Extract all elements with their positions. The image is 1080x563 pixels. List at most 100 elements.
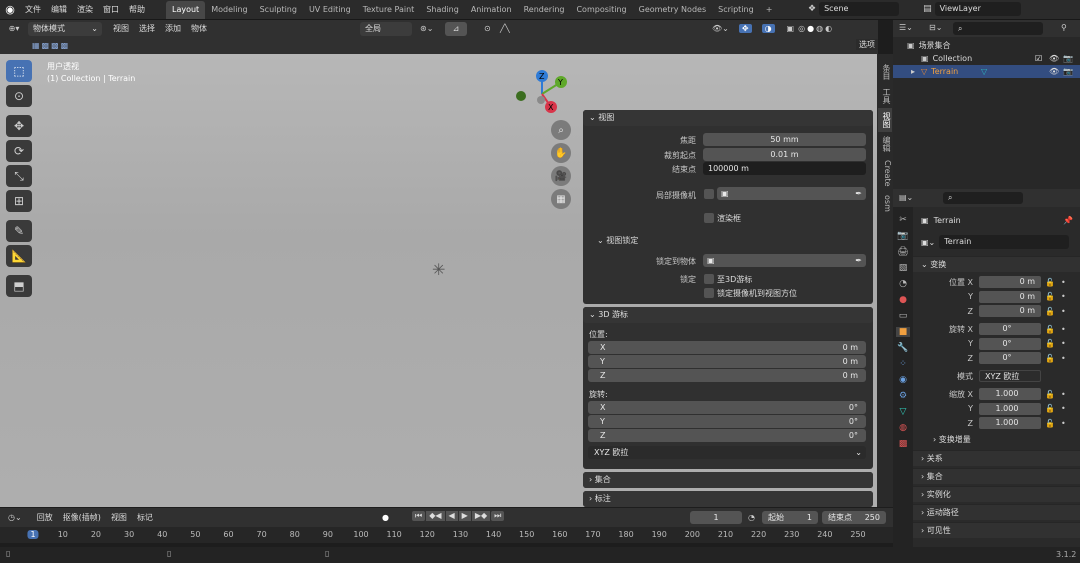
transform-tool-icon[interactable]: ⊞ [6, 190, 32, 212]
material-tab-icon[interactable]: ◍ [899, 423, 907, 433]
jump-end-icon[interactable]: ⏭ [491, 511, 505, 521]
viewport-menu-3[interactable]: 物体 [186, 19, 212, 39]
rotation-z-field[interactable]: 0° [979, 352, 1041, 364]
rotate-tool-icon[interactable]: ⟳ [6, 140, 32, 162]
cursor-x-field[interactable]: X 0 m [588, 341, 866, 354]
annotate-tool-icon[interactable]: ✎ [6, 220, 32, 242]
rotation-y-field[interactable]: 0° [979, 337, 1041, 350]
data-tab-icon[interactable]: ▽ [900, 407, 907, 417]
play-reverse-icon[interactable]: ◀ [445, 511, 458, 521]
timeline-editor-icon[interactable]: ◷⌄ [8, 513, 22, 522]
scale-z-field[interactable]: 1.000 [979, 417, 1041, 429]
select-box-tool-icon[interactable]: ⬚ [6, 60, 32, 82]
current-frame-field[interactable]: 1 [690, 511, 742, 524]
sidebar-tab-4[interactable]: Create [878, 156, 892, 191]
properties-search-input[interactable]: ⌕ [943, 192, 1023, 204]
keyframe-dot-icon[interactable]: • [1061, 404, 1066, 413]
transform-orientation-dropdown[interactable]: 全局 [360, 21, 412, 36]
lock-icon[interactable]: 🔓 [1045, 354, 1055, 363]
scale-y-field[interactable]: 1.000 [979, 402, 1041, 415]
viewport-menu-1[interactable]: 选择 [134, 19, 160, 39]
sidebar-tab-3[interactable]: 编辑 [878, 132, 892, 156]
view-layer-field[interactable]: ViewLayer [934, 2, 1021, 16]
workspace-tab-10[interactable]: Scripting [712, 1, 760, 19]
texture-tab-icon[interactable]: ▩ [899, 439, 908, 449]
eye-icon[interactable]: 👁 [1049, 54, 1059, 63]
modifier-tab-icon[interactable]: 🔧 [897, 343, 908, 353]
cursor-z-field[interactable]: Z 0 m [588, 369, 866, 382]
visibility-icon[interactable]: 👁⌄ [712, 24, 729, 33]
menu-2[interactable]: 渲染 [72, 0, 98, 20]
keyframe-dot-icon[interactable]: • [1061, 339, 1066, 348]
workspace-tab-3[interactable]: UV Editing [303, 1, 357, 19]
3d-viewport[interactable]: 用户透视 (1) Collection | Terrain ⬚ ⊙ ✥ ⟳ ⤡ … [0, 54, 878, 507]
scene-tab-icon[interactable]: ◔ [899, 279, 907, 289]
ortho-grid-icon[interactable]: ▦ [551, 189, 571, 209]
marker-menu[interactable]: 标记 [132, 508, 158, 528]
view-layer-icon[interactable]: ▤ [923, 4, 932, 14]
location-y-field[interactable]: 0 m [979, 290, 1041, 303]
snap-icon[interactable]: ⊿ [445, 21, 467, 36]
menu-0[interactable]: 文件 [20, 0, 46, 20]
next-keyframe-icon[interactable]: ▶◆ [471, 511, 491, 521]
mesh-data-icon[interactable]: ▽ [981, 67, 987, 76]
keyframe-dot-icon[interactable]: • [1061, 419, 1066, 428]
workspace-tab-0[interactable]: Layout [166, 1, 206, 19]
collection-panel[interactable]: › 集合 [583, 472, 873, 488]
lock-icon[interactable]: 🔓 [1045, 390, 1055, 399]
tool-tab-icon[interactable]: ✂ [899, 215, 907, 225]
particles-tab-icon[interactable]: ⁘ [899, 359, 907, 369]
move-tool-icon[interactable]: ✥ [6, 115, 32, 137]
workspace-tab-6[interactable]: Animation [465, 1, 518, 19]
lock-icon[interactable]: 🔓 [1045, 404, 1055, 413]
shading-material-icon[interactable]: ◍ [816, 24, 823, 33]
eyedropper-icon[interactable]: ✒ [855, 254, 862, 267]
cursor-rx-field[interactable]: X 0° [588, 401, 866, 414]
lock-icon[interactable]: 🔓 [1045, 339, 1055, 348]
rotation-mode-dropdown[interactable]: XYZ 欧拉 ⌄ [588, 446, 866, 459]
workspace-tab-7[interactable]: Rendering [518, 1, 571, 19]
sidebar-tab-2[interactable]: 视图 [878, 108, 892, 132]
workspace-tab-2[interactable]: Sculpting [254, 1, 303, 19]
properties-editor-icon[interactable]: ▤⌄ [899, 193, 913, 202]
pivot-icon[interactable]: ⊛⌄ [420, 24, 433, 33]
rotation-mode-dropdown[interactable]: XYZ 欧拉 [979, 370, 1041, 382]
keying-menu[interactable]: 抠像(插帧) [58, 508, 106, 528]
editor-type-icon[interactable]: ⊕▾ [0, 24, 28, 33]
outliner-editor-icon[interactable]: ☰⌄ [899, 23, 913, 32]
output-tab-icon[interactable]: 🖨 [897, 247, 908, 257]
outliner-row-terrain[interactable]: ▸ ▽ Terrain ▽ 👁 📷 [893, 65, 1080, 78]
eyedropper-icon[interactable]: ✒ [855, 187, 862, 200]
cursor-tool-icon[interactable]: ⊙ [6, 85, 32, 107]
focal-length-field[interactable]: 50 mm [703, 133, 866, 146]
collection-tab-icon[interactable]: ▭ [899, 311, 908, 321]
outliner-row-scene-collection[interactable]: ▣ 场景集合 [893, 39, 1080, 52]
render-tab-icon[interactable]: 📷 [897, 231, 908, 241]
constraints-tab-icon[interactable]: ⚙ [899, 391, 907, 401]
add-cube-tool-icon[interactable]: ⬒ [6, 275, 32, 297]
select-mode-icons[interactable]: ▦▩▩▩ [32, 41, 70, 50]
filter-funnel-icon[interactable]: ⚲ [1061, 23, 1067, 32]
menu-3[interactable]: 窗口 [98, 0, 124, 20]
properties-section-2[interactable]: › 实例化 [913, 486, 1080, 502]
keyframe-dot-icon[interactable]: • [1061, 278, 1066, 287]
cursor-y-field[interactable]: Y 0 m [588, 355, 866, 368]
keyframe-dot-icon[interactable]: • [1061, 325, 1066, 334]
scale-tool-icon[interactable]: ⤡ [6, 165, 32, 187]
shading-rendered-icon[interactable]: ◐ [825, 24, 832, 33]
render-region-checkbox[interactable] [704, 213, 714, 223]
object-name-field[interactable]: Terrain [939, 235, 1070, 249]
checkbox-icon[interactable]: ☑ [1035, 54, 1042, 63]
camera-icon[interactable]: 📷 [1063, 67, 1073, 76]
workspace-tab-8[interactable]: Compositing [570, 1, 632, 19]
overlay-icon[interactable]: ◑ [761, 24, 775, 33]
menu-1[interactable]: 编辑 [46, 0, 72, 20]
object-tab-icon[interactable]: ■ [895, 327, 911, 337]
lock-camera-checkbox[interactable] [704, 288, 714, 298]
properties-section-3[interactable]: › 运动路径 [913, 504, 1080, 520]
properties-section-1[interactable]: › 集合 [913, 468, 1080, 484]
lock-3d-cursor-checkbox[interactable] [704, 274, 714, 284]
terrain-object-origin-icon[interactable]: ✳ [432, 260, 445, 279]
view-layer-tab-icon[interactable]: ▧ [899, 263, 908, 273]
shading-wire-icon[interactable]: ◎ [798, 24, 805, 33]
